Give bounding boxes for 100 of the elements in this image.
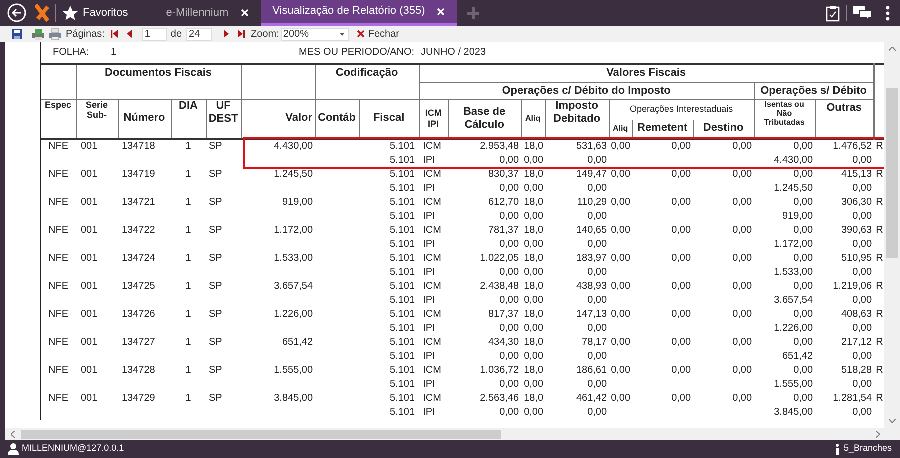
table-cell: 518,28 bbox=[841, 364, 872, 376]
table-cell: 1 bbox=[186, 392, 192, 404]
table-cell: NFE bbox=[48, 392, 68, 404]
column-header: UF DEST bbox=[208, 100, 238, 125]
table-cell: IPI bbox=[423, 322, 436, 334]
table-cell: 0,00 bbox=[672, 252, 692, 264]
table-cell: IPI bbox=[423, 154, 436, 166]
table-cell: 001 bbox=[81, 336, 98, 348]
table-cell: ICM bbox=[423, 364, 442, 376]
table-cell: ICM bbox=[423, 196, 442, 208]
table-cell: 5.101 bbox=[390, 294, 416, 306]
printer-icon[interactable] bbox=[49, 28, 62, 40]
total-pages-field[interactable]: 24 bbox=[186, 28, 212, 40]
tab[interactable]: e-Millennium bbox=[154, 0, 261, 26]
table-cell: ICM bbox=[423, 336, 442, 348]
table-cell: 0,00 bbox=[588, 350, 608, 362]
table-cell: 001 bbox=[81, 140, 98, 152]
table-cell: 0,00 bbox=[500, 182, 520, 194]
tab[interactable]: Visualização de Relatório (355) bbox=[260, 0, 458, 26]
vertical-scroll-thumb[interactable] bbox=[886, 88, 898, 258]
table-cell: 134721 bbox=[122, 196, 156, 208]
table-cell: 919,00 bbox=[782, 210, 814, 222]
table-cell: 1.281,54 bbox=[833, 392, 872, 404]
table-cell: 0,00 bbox=[611, 224, 631, 236]
table-cell: R bbox=[876, 336, 884, 348]
table-cell: 4.430,00 bbox=[274, 140, 314, 152]
star-icon[interactable] bbox=[62, 4, 79, 22]
table-cell: 0,00 bbox=[794, 196, 814, 208]
table-cell: 5.101 bbox=[390, 266, 416, 278]
sheet-label: FOLHA: bbox=[53, 46, 90, 60]
table-cell: 0,00 bbox=[794, 308, 814, 320]
column-group-header: Documentos Fiscais bbox=[105, 67, 212, 79]
table-cell: 134722 bbox=[122, 224, 156, 236]
table-cell: 134718 bbox=[122, 140, 156, 152]
table-cell: R bbox=[876, 308, 884, 320]
table-cell: 0,00 bbox=[500, 378, 520, 390]
column-header: ICM IPI bbox=[425, 108, 442, 129]
table-cell: 0,00 bbox=[672, 336, 692, 348]
back-icon[interactable] bbox=[7, 3, 27, 23]
table-cell: 0,00 bbox=[500, 406, 520, 418]
table-cell: 0,00 bbox=[524, 154, 544, 166]
clipboard-icon[interactable] bbox=[826, 4, 840, 22]
table-cell: 001 bbox=[81, 168, 98, 180]
table-cell: R bbox=[876, 140, 884, 152]
table-cell: 110,29 bbox=[577, 196, 608, 208]
menu-icon[interactable] bbox=[886, 6, 890, 20]
chat-icon[interactable] bbox=[853, 6, 873, 20]
favorites-link[interactable]: Favoritos bbox=[83, 4, 128, 22]
table-cell: 0,00 bbox=[794, 140, 814, 152]
branches-label: 5_Branches bbox=[844, 442, 892, 456]
table-cell: 0,00 bbox=[672, 280, 692, 292]
table-cell: 0,00 bbox=[852, 406, 872, 418]
scroll-left-icon[interactable] bbox=[11, 430, 15, 438]
page-field[interactable]: 1 bbox=[142, 28, 167, 40]
close-tab-icon[interactable] bbox=[240, 9, 249, 17]
column-group-header: Valores Fiscais bbox=[606, 67, 686, 79]
table-cell: 5.101 bbox=[390, 364, 416, 376]
table-cell: ICM bbox=[423, 392, 442, 404]
first-page-icon[interactable] bbox=[110, 30, 118, 38]
horizontal-scroll-thumb[interactable] bbox=[21, 430, 501, 438]
table-cell: ICM bbox=[423, 168, 442, 180]
table-cell: 1 bbox=[186, 336, 192, 348]
table-cell: 18,0 bbox=[524, 168, 544, 180]
close-tab-icon[interactable] bbox=[437, 8, 446, 16]
close-report-button[interactable]: Fechar bbox=[357, 26, 400, 42]
table-cell: 0,00 bbox=[794, 336, 814, 348]
table-cell: ICM bbox=[423, 308, 442, 320]
table-cell: 0,00 bbox=[852, 238, 872, 250]
scroll-right-icon[interactable] bbox=[876, 430, 880, 438]
logo-icon bbox=[35, 4, 49, 22]
save-icon[interactable] bbox=[12, 28, 23, 40]
table-cell: 0,00 bbox=[500, 154, 520, 166]
column-header: Valor bbox=[286, 112, 313, 124]
table-cell: 434,30 bbox=[488, 336, 520, 348]
table-cell: 1.219,06 bbox=[833, 280, 872, 292]
table-cell: 186,61 bbox=[576, 364, 608, 376]
table-cell: ICM bbox=[423, 280, 442, 292]
print-setup-icon[interactable] bbox=[32, 28, 45, 40]
next-page-icon[interactable] bbox=[224, 30, 230, 38]
table-cell: 408,63 bbox=[841, 308, 872, 320]
table-cell: 18,0 bbox=[524, 364, 544, 376]
table-cell: 651,42 bbox=[282, 336, 314, 348]
table-cell: NFE bbox=[48, 196, 68, 208]
last-page-icon[interactable] bbox=[238, 30, 246, 38]
table-cell: 781,37 bbox=[488, 224, 520, 236]
table-cell: 0,00 bbox=[852, 322, 872, 334]
table-cell: 0,00 bbox=[852, 350, 872, 362]
scroll-down-icon[interactable] bbox=[888, 419, 896, 423]
table-cell: 1.555,00 bbox=[774, 378, 814, 390]
table-cell: 18,0 bbox=[524, 392, 544, 404]
scroll-up-icon[interactable] bbox=[888, 47, 896, 51]
table-cell: R bbox=[876, 392, 884, 404]
zoom-dropdown[interactable]: 200% bbox=[281, 28, 350, 40]
table-cell: SP bbox=[209, 308, 222, 320]
table-cell: 5.101 bbox=[390, 392, 416, 404]
table-cell: 651,42 bbox=[782, 350, 814, 362]
previous-page-icon[interactable] bbox=[126, 30, 132, 38]
table-cell: 134727 bbox=[122, 336, 156, 348]
table-cell: 3.657,54 bbox=[774, 294, 814, 306]
table-cell: 1 bbox=[186, 224, 192, 236]
